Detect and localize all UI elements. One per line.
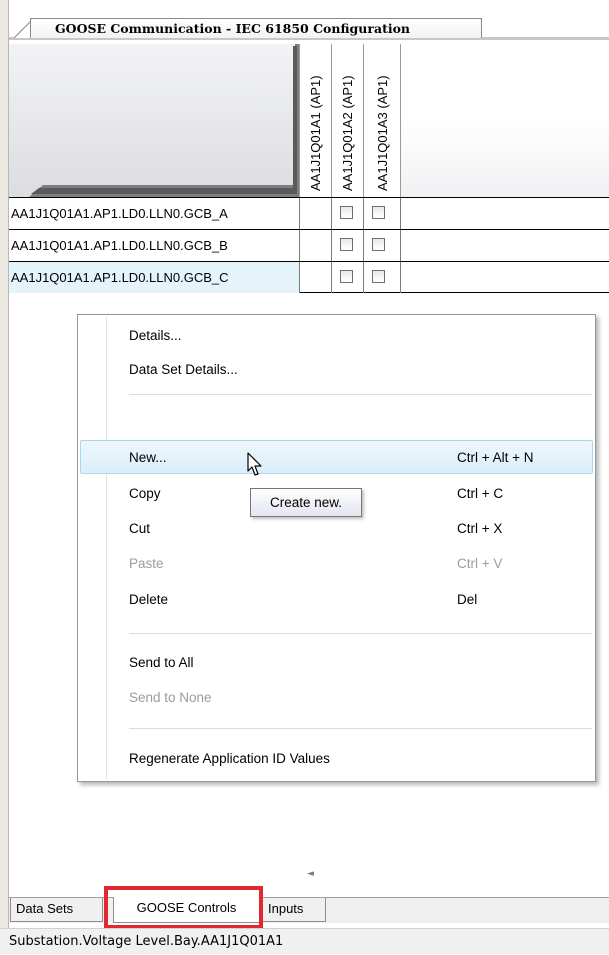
menu-item-cut[interactable]: Cut Ctrl + X [80,512,593,546]
table-row: AA1J1Q01A1.AP1.LD0.LLN0.GCB_B [9,229,609,261]
matrix-cell-empty [299,262,330,293]
menu-item-delete[interactable]: Delete Del [80,583,593,617]
mouse-pointer-icon [247,452,262,476]
menu-item-regenerate-app-id[interactable]: Regenerate Application ID Values [80,742,593,776]
menu-item-label: New... [129,450,167,465]
menu-item-send-to-all[interactable]: Send to All [80,646,593,680]
table-row: AA1J1Q01A1.AP1.LD0.LLN0.GCB_C [9,261,609,293]
row-filler [400,198,609,229]
menu-item-shortcut: Ctrl + Alt + N [457,450,534,465]
menu-item-details[interactable]: Details... [80,319,593,353]
row-filler [400,262,609,293]
matrix-corner-header [9,44,299,197]
menu-item-label: Send to All [129,655,194,670]
matrix-cell[interactable] [331,262,362,293]
menu-item-label: Details... [129,328,182,343]
menu-item-shortcut: Ctrl + X [457,521,503,536]
checkbox[interactable] [340,238,353,251]
menu-separator [129,728,592,729]
menu-item-shortcut: Del [457,592,478,607]
bottom-tab-strip: Data Sets GOOSE Controls Inputs [9,897,609,923]
menu-item-shortcut: Ctrl + C [457,486,504,501]
matrix-cell-empty [299,230,330,261]
row-header-gcb-a[interactable]: AA1J1Q01A1.AP1.LD0.LLN0.GCB_A [9,198,299,229]
status-bar: Substation.Voltage Level.Bay.AA1J1Q01A1 [0,928,609,954]
matrix-cell[interactable] [363,198,400,229]
menu-item-label: Copy [129,486,161,501]
menu-item-label: Cut [129,521,151,536]
context-menu: Details... Data Set Details... New... Ct… [77,314,596,782]
highlight-box [104,886,263,929]
tab-data-sets[interactable]: Data Sets [10,898,103,922]
row-header-gcb-b[interactable]: AA1J1Q01A1.AP1.LD0.LLN0.GCB_B [9,230,299,261]
menu-item-label: Paste [129,556,164,571]
table-row: AA1J1Q01A1.AP1.LD0.LLN0.GCB_A [9,197,609,229]
column-label: AA1J1Q01A1 (AP1) [307,75,323,191]
menu-item-shortcut: Ctrl + V [457,556,503,571]
menu-item-new[interactable]: New... Ctrl + Alt + N [80,440,593,474]
left-panel-edge [0,0,9,954]
matrix-cell[interactable] [331,230,362,261]
checkbox[interactable] [372,206,385,219]
menu-item-label: Regenerate Application ID Values [129,751,330,766]
matrix-cell[interactable] [363,262,400,293]
menu-item-label: Data Set Details... [129,362,238,377]
menu-item-label: Delete [129,592,169,607]
menu-item-label: Send to None [129,690,212,705]
column-label: AA1J1Q01A3 (AP1) [374,75,390,191]
matrix-cell[interactable] [363,230,400,261]
matrix-cell-empty [299,198,330,229]
menu-separator [129,394,592,395]
checkbox[interactable] [372,238,385,251]
tab-inputs[interactable]: Inputs [262,898,326,922]
column-header-a1[interactable]: AA1J1Q01A1 (AP1) [299,44,331,197]
header-filler [400,44,609,197]
row-header-gcb-c[interactable]: AA1J1Q01A1.AP1.LD0.LLN0.GCB_C [9,262,299,293]
checkbox[interactable] [340,206,353,219]
column-label: AA1J1Q01A2 (AP1) [339,75,355,191]
row-filler [400,230,609,261]
tab-goose-communication[interactable]: GOOSE Communication - IEC 61850 Configur… [30,18,482,38]
menu-item-paste: Paste Ctrl + V [80,547,593,581]
goose-matrix-grid: AA1J1Q01A1 (AP1) AA1J1Q01A2 (AP1) AA1J1Q… [9,44,609,293]
menu-item-data-set-details[interactable]: Data Set Details... [80,353,593,387]
tooltip-create-new: Create new. [250,488,362,517]
matrix-cell[interactable] [331,198,362,229]
menu-item-send-to-none: Send to None [80,681,593,715]
checkbox[interactable] [372,270,385,283]
column-header-a2[interactable]: AA1J1Q01A2 (AP1) [331,44,363,197]
menu-separator [129,633,592,634]
corner-arrow-graphic [9,44,299,197]
scroll-left-arrow-icon[interactable]: ◄ [307,869,314,879]
column-header-a3[interactable]: AA1J1Q01A3 (AP1) [363,44,401,197]
checkbox[interactable] [340,270,353,283]
